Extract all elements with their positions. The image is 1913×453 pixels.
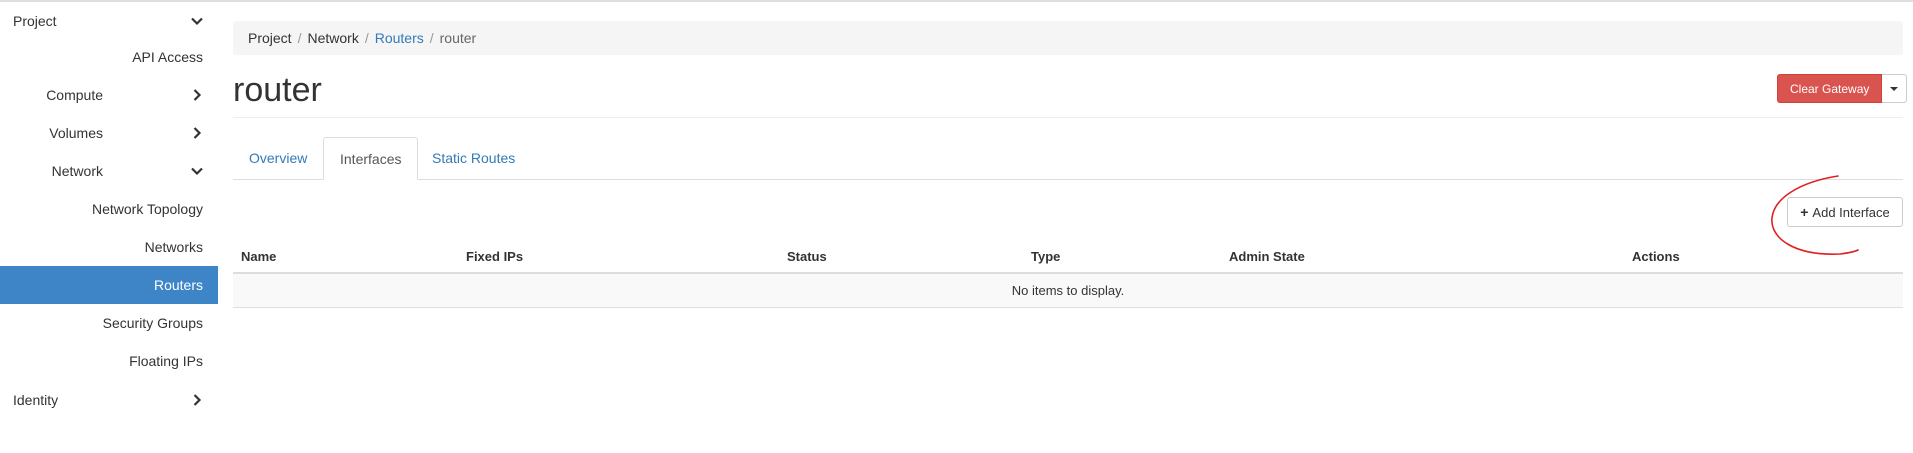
sidebar-item-label: Compute — [46, 87, 103, 103]
interfaces-table: Name Fixed IPs Status Type Admin State A… — [233, 240, 1903, 308]
page-title: router — [233, 71, 322, 109]
sidebar-item-label: API Access — [132, 49, 203, 65]
column-header-actions: Actions — [1632, 248, 1680, 264]
sidebar-item-label: Floating IPs — [129, 353, 203, 369]
chevron-right-icon — [193, 127, 202, 139]
gateway-button-group: Clear Gateway — [1777, 74, 1908, 103]
column-header-type: Type — [1031, 248, 1061, 264]
add-interface-button[interactable]: + Add Interface — [1787, 197, 1903, 227]
breadcrumb-separator: / — [297, 30, 302, 46]
chevron-right-icon — [193, 394, 202, 406]
tab-overview[interactable]: Overview — [233, 137, 323, 179]
empty-table-message: No items to display. — [233, 274, 1903, 308]
caret-down-icon — [1890, 86, 1899, 91]
breadcrumb-current: router — [439, 30, 477, 46]
sidebar-item-label: Networks — [144, 239, 203, 255]
breadcrumb-network: Network — [307, 30, 359, 46]
column-header-admin-state: Admin State — [1229, 248, 1305, 264]
sidebar-item-volumes[interactable]: Volumes — [0, 114, 218, 152]
sidebar-item-project[interactable]: Project — [0, 4, 218, 38]
breadcrumb: Project / Network / Routers / router — [233, 21, 1903, 55]
breadcrumb-project: Project — [248, 30, 292, 46]
column-header-status: Status — [787, 248, 827, 264]
sidebar-item-label: Volumes — [49, 125, 103, 141]
sidebar: Project API Access Compute Volumes Netwo… — [0, 4, 218, 420]
sidebar-item-network-topology[interactable]: Network Topology — [0, 190, 218, 228]
header-divider — [233, 117, 1903, 118]
sidebar-item-compute[interactable]: Compute — [0, 76, 218, 114]
chevron-down-icon — [191, 167, 203, 176]
sidebar-item-label: Network Topology — [91, 201, 203, 217]
sidebar-item-label: Project — [13, 13, 57, 29]
add-interface-label: Add Interface — [1812, 204, 1890, 220]
tab-static-routes[interactable]: Static Routes — [416, 137, 531, 179]
sidebar-item-label: Identity — [13, 392, 59, 408]
sidebar-item-routers[interactable]: Routers — [0, 266, 218, 304]
tab-interfaces[interactable]: Interfaces — [323, 137, 419, 180]
sidebar-item-security-groups[interactable]: Security Groups — [0, 304, 218, 342]
clear-gateway-button[interactable]: Clear Gateway — [1777, 74, 1883, 103]
breadcrumb-separator: / — [429, 30, 434, 46]
sidebar-item-label: Network — [51, 163, 103, 179]
breadcrumb-routers-link[interactable]: Routers — [375, 30, 424, 46]
sidebar-item-label: Security Groups — [102, 315, 203, 331]
chevron-right-icon — [193, 89, 202, 101]
actions-dropdown-toggle[interactable] — [1882, 74, 1908, 103]
sidebar-item-floating-ips[interactable]: Floating IPs — [0, 342, 218, 380]
sidebar-item-api-access[interactable]: API Access — [0, 38, 218, 76]
column-header-fixed-ips: Fixed IPs — [466, 248, 524, 264]
sidebar-item-identity[interactable]: Identity — [0, 380, 218, 420]
tab-bar: Overview Interfaces Static Routes — [233, 137, 1903, 180]
sidebar-item-networks[interactable]: Networks — [0, 228, 218, 266]
column-header-name: Name — [241, 248, 277, 264]
top-border — [0, 0, 1913, 2]
sidebar-item-label: Routers — [153, 277, 203, 293]
table-header: Name Fixed IPs Status Type Admin State A… — [233, 240, 1903, 274]
sidebar-item-network[interactable]: Network — [0, 152, 218, 190]
chevron-down-icon — [191, 17, 203, 26]
plus-icon: + — [1800, 204, 1809, 220]
breadcrumb-separator: / — [364, 30, 369, 46]
